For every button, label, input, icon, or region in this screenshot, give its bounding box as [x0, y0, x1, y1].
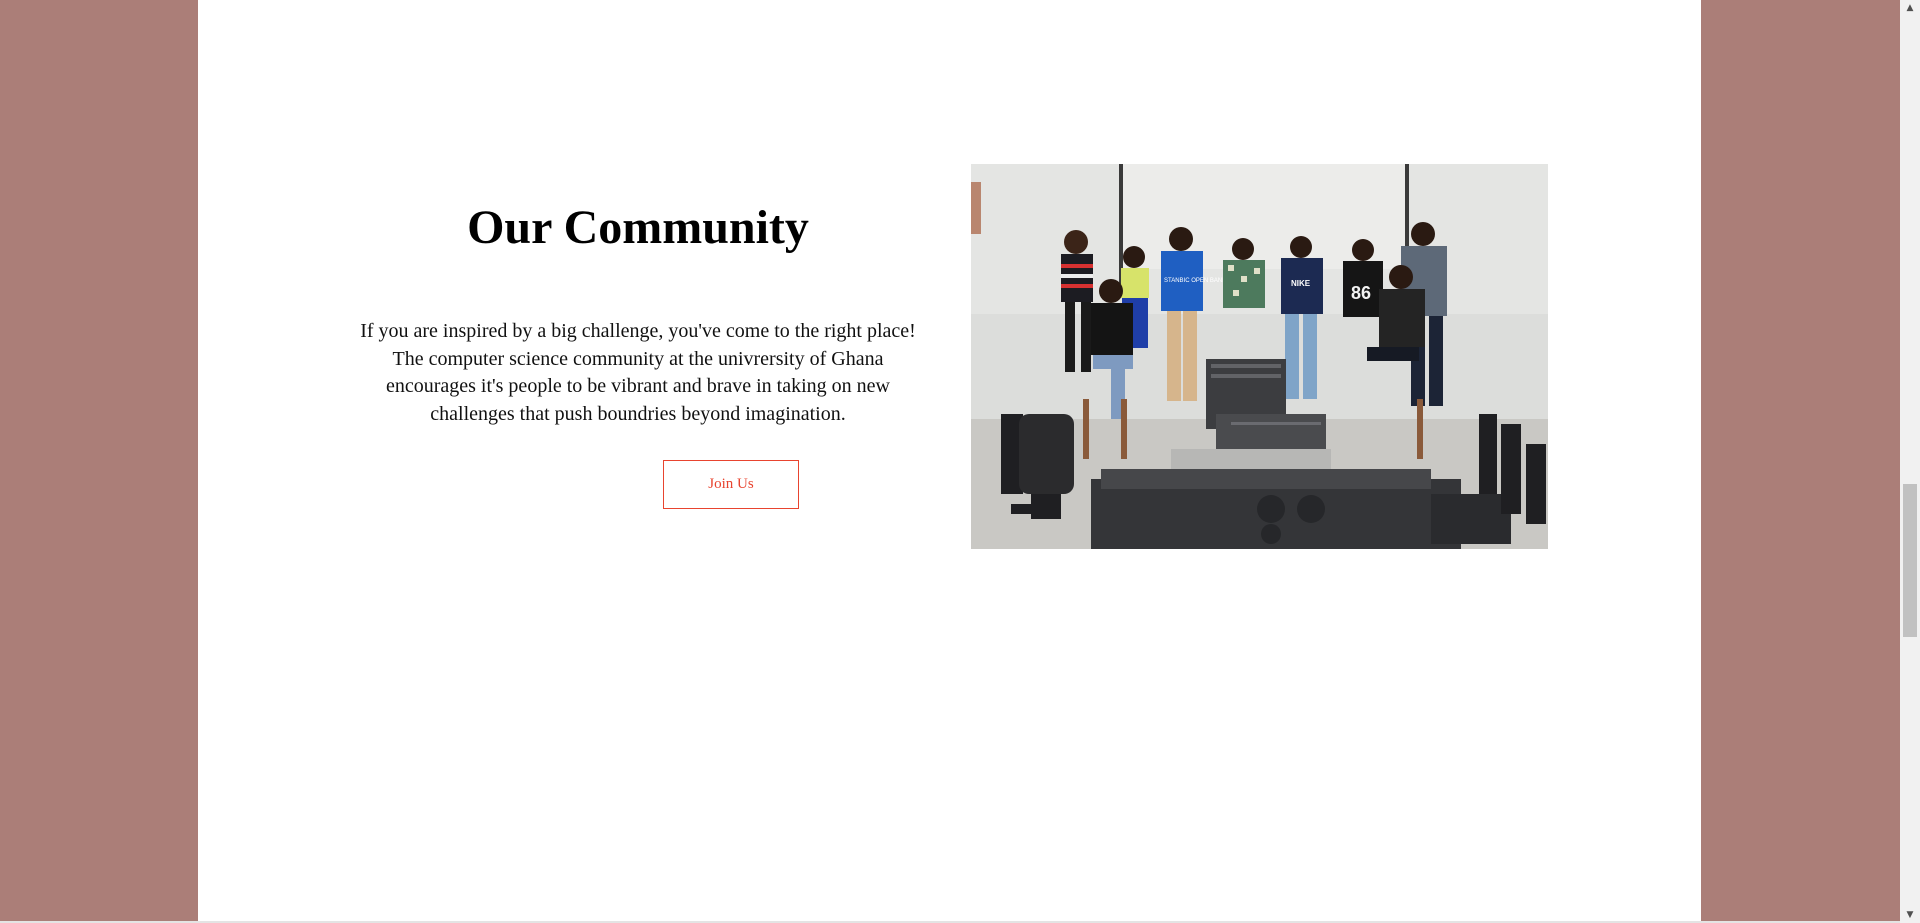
community-description: If you are inspired by a big challenge, … [360, 320, 916, 425]
join-us-button[interactable]: Join Us [663, 460, 799, 509]
scrollbar-thumb[interactable] [1903, 484, 1917, 637]
community-title: Our Community [467, 201, 809, 254]
shirt-brand-text: NIKE [1291, 279, 1311, 288]
vertical-scrollbar[interactable]: ▲ ▼ [1900, 0, 1920, 923]
jersey-number-text: 86 [1351, 283, 1371, 303]
scroll-down-arrow-icon[interactable]: ▼ [1900, 907, 1920, 923]
group-photo-illustration: STANBIC OPEN BANKING NIKE 86 [971, 164, 1548, 549]
page-content: Our Community If you are inspired by a b… [198, 0, 1701, 921]
community-section: Our Community If you are inspired by a b… [198, 0, 1701, 921]
scroll-up-arrow-icon[interactable]: ▲ [1900, 0, 1920, 16]
community-photo: STANBIC OPEN BANKING NIKE 86 [971, 164, 1548, 549]
community-text-block: Our Community If you are inspired by a b… [348, 190, 928, 428]
